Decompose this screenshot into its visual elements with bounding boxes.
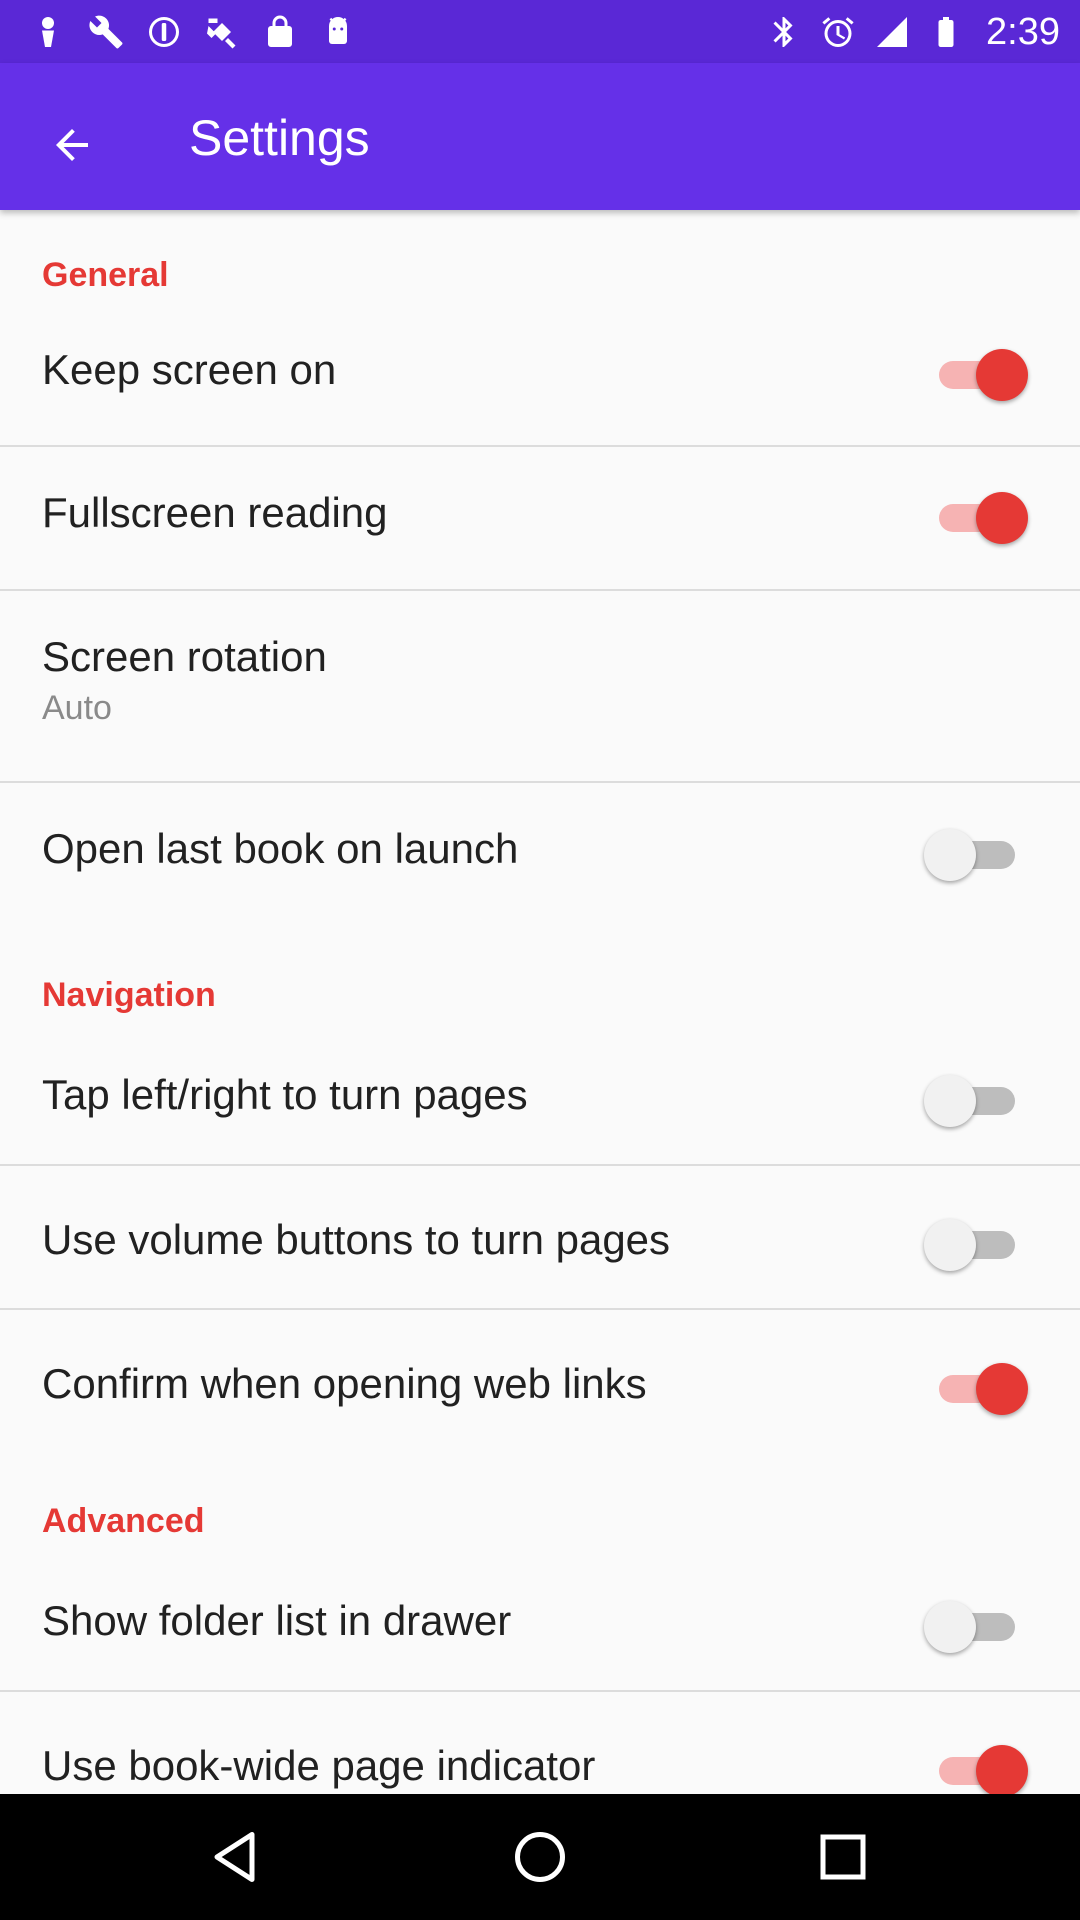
page-title: Settings xyxy=(189,110,370,166)
setting-folder-list[interactable]: Show folder list in drawer xyxy=(0,1547,1080,1690)
signal-icon xyxy=(874,14,910,50)
setting-title: Keep screen on xyxy=(42,346,337,393)
setting-title: Fullscreen reading xyxy=(42,489,388,536)
setting-title: Open last book on launch xyxy=(42,825,519,872)
settings-list: General Keep screen on Fullscreen readin… xyxy=(0,210,1080,1794)
setting-volume-buttons[interactable]: Use volume buttons to turn pages xyxy=(0,1166,1080,1308)
book-wide-indicator-switch[interactable] xyxy=(924,1738,1034,1794)
satellite-icon xyxy=(204,14,240,50)
tap-to-turn-switch[interactable] xyxy=(924,1068,1034,1132)
nav-back-button[interactable] xyxy=(197,1817,277,1897)
folder-list-switch[interactable] xyxy=(924,1594,1034,1658)
battery-icon xyxy=(928,14,964,50)
setting-screen-rotation[interactable]: Screen rotation Auto xyxy=(0,591,1080,781)
setting-title: Confirm when opening web links xyxy=(42,1360,647,1407)
android-icon xyxy=(320,14,356,50)
back-icon xyxy=(214,1832,255,1882)
arrow-back-icon xyxy=(56,129,88,161)
setting-summary: Auto xyxy=(42,689,112,727)
wrench-icon xyxy=(88,14,124,50)
setting-title: Show folder list in drawer xyxy=(42,1597,512,1644)
back-button[interactable] xyxy=(30,103,114,187)
setting-confirm-web-links[interactable]: Confirm when opening web links xyxy=(0,1310,1080,1452)
status-bar-notifications xyxy=(30,10,356,54)
lock-icon xyxy=(262,14,298,50)
setting-title: Use book-wide page indicator xyxy=(42,1742,596,1789)
setting-book-wide-indicator[interactable]: Use book-wide page indicator xyxy=(0,1692,1080,1794)
home-icon xyxy=(515,1832,565,1882)
recents-icon xyxy=(820,1834,866,1880)
setting-title: Screen rotation xyxy=(42,633,327,680)
volume-buttons-switch[interactable] xyxy=(924,1212,1034,1276)
bluetooth-icon xyxy=(766,14,802,50)
open-last-book-switch[interactable] xyxy=(924,822,1034,886)
setting-tap-to-turn[interactable]: Tap left/right to turn pages xyxy=(0,1021,1080,1164)
section-header-general: General xyxy=(42,256,169,294)
setting-keep-screen-on[interactable]: Keep screen on xyxy=(0,306,1080,445)
setting-title: Tap left/right to turn pages xyxy=(42,1071,528,1118)
nav-home-button[interactable] xyxy=(500,1817,580,1897)
notification-icon xyxy=(30,14,66,50)
status-bar-system: 2:39 xyxy=(766,10,1060,54)
confirm-web-links-switch[interactable] xyxy=(924,1356,1034,1420)
app-bar: Settings xyxy=(0,63,1080,210)
setting-fullscreen-reading[interactable]: Fullscreen reading xyxy=(0,447,1080,589)
setting-open-last-book[interactable]: Open last book on launch xyxy=(0,783,1080,925)
alarm-icon xyxy=(820,14,856,50)
section-header-navigation: Navigation xyxy=(42,976,216,1014)
nav-recents-button[interactable] xyxy=(803,1817,883,1897)
system-nav-bar xyxy=(0,1794,1080,1920)
status-time: 2:39 xyxy=(986,10,1060,53)
status-bar: 2:39 xyxy=(0,0,1080,63)
fullscreen-reading-switch[interactable] xyxy=(924,485,1034,549)
setting-title: Use volume buttons to turn pages xyxy=(42,1216,671,1263)
keep-screen-on-switch[interactable] xyxy=(924,342,1034,406)
section-header-advanced: Advanced xyxy=(42,1502,205,1540)
info-icon xyxy=(146,14,182,50)
